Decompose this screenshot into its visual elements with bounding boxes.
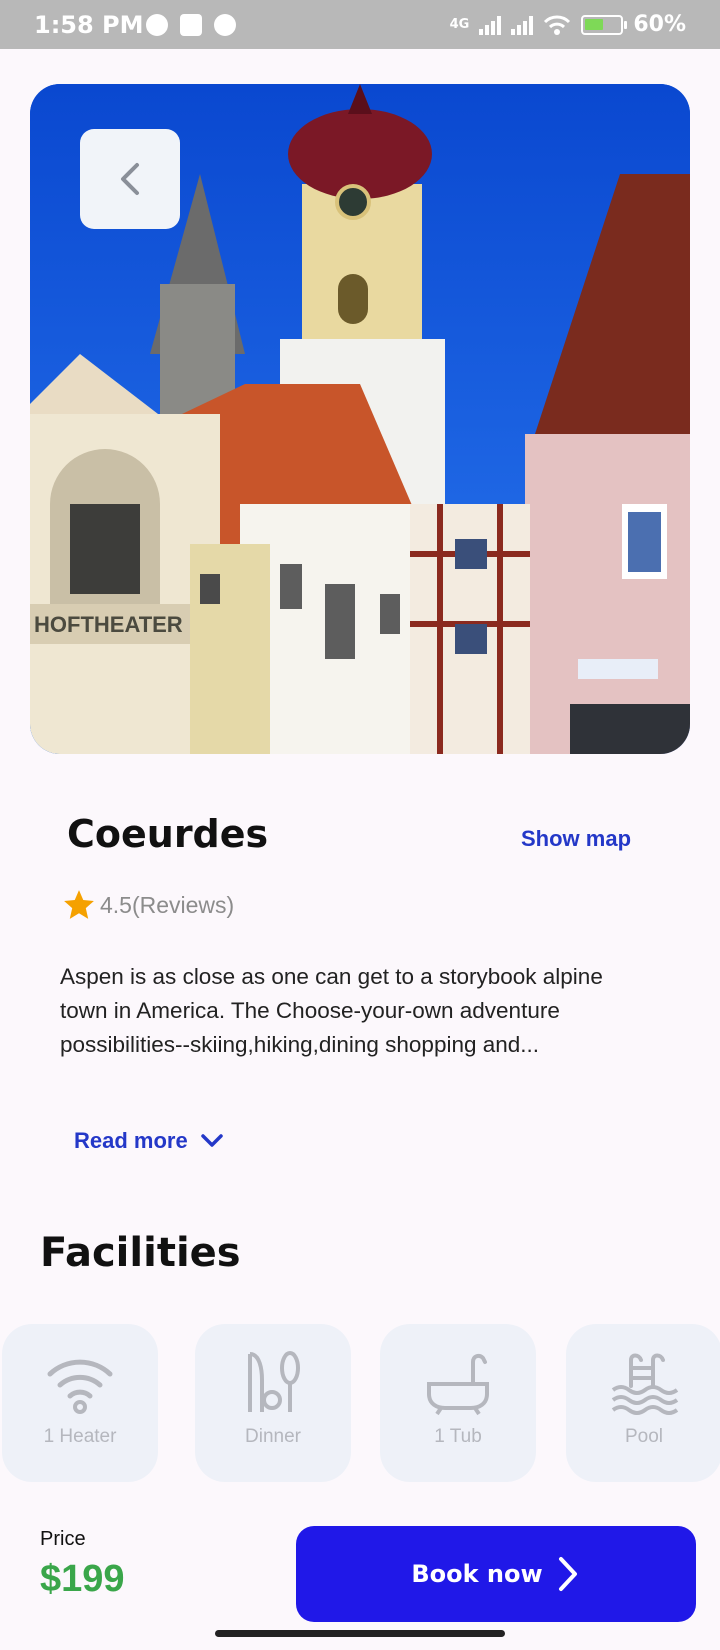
- facility-label: Pool: [624, 1426, 664, 1447]
- network-type: 4G: [449, 16, 470, 32]
- price-label: Price: [40, 1528, 86, 1550]
- book-now-label: Book now: [411, 1560, 543, 1588]
- show-map-link[interactable]: Show map: [521, 826, 631, 852]
- chevron-left-icon: [121, 163, 139, 195]
- status-notification-icons: [146, 14, 236, 36]
- settings-icon: [214, 14, 236, 36]
- read-more-button[interactable]: Read more: [74, 1128, 224, 1154]
- wifi-status-icon: [544, 15, 571, 35]
- place-title: Coeurdes: [67, 812, 269, 856]
- facilities-heading: Facilities: [40, 1230, 241, 1276]
- facility-card-heater[interactable]: 1 Heater: [2, 1324, 158, 1482]
- wifi-icon: [47, 1359, 113, 1414]
- facility-label: Dinner: [245, 1426, 301, 1447]
- read-more-label: Read more: [74, 1128, 188, 1153]
- svg-text:HOFTHEATER: HOFTHEATER: [34, 612, 183, 637]
- signal-2-icon: [511, 15, 534, 35]
- place-description: Aspen is as close as one can get to a st…: [60, 964, 603, 1057]
- chevron-down-icon: [200, 1134, 223, 1147]
- home-indicator[interactable]: [215, 1630, 505, 1637]
- star-icon: [64, 890, 94, 919]
- facility-label: 1 Heater: [43, 1426, 117, 1447]
- battery-percent: 60%: [633, 12, 686, 37]
- signal-icon: [479, 15, 502, 35]
- hero-image: HOFTHEATER: [30, 84, 690, 754]
- back-button[interactable]: [80, 129, 180, 229]
- chevron-right-icon: [558, 1557, 577, 1591]
- facility-card-tub[interactable]: 1 Tub: [380, 1324, 536, 1482]
- bathtub-icon: [427, 1353, 489, 1416]
- facility-label: 1 Tub: [434, 1426, 482, 1447]
- rating: 4.5(Reviews): [62, 888, 234, 922]
- battery-icon: [581, 14, 628, 35]
- price-value: $199: [40, 1558, 125, 1600]
- facility-card-pool[interactable]: Pool: [566, 1324, 720, 1482]
- book-now-button[interactable]: Book now: [296, 1526, 696, 1622]
- pool-icon: [611, 1353, 679, 1415]
- status-time: 1:58 PM: [34, 11, 144, 39]
- data-saver-icon: [146, 14, 168, 36]
- facility-card-dinner[interactable]: Dinner: [195, 1324, 351, 1482]
- status-bar: 1:58 PM 4G 60%: [0, 0, 720, 49]
- status-right-group: 4G 60%: [450, 12, 686, 37]
- cutlery-icon: [248, 1351, 300, 1412]
- upload-icon: [180, 14, 202, 36]
- rating-text: 4.5(Reviews): [100, 891, 235, 918]
